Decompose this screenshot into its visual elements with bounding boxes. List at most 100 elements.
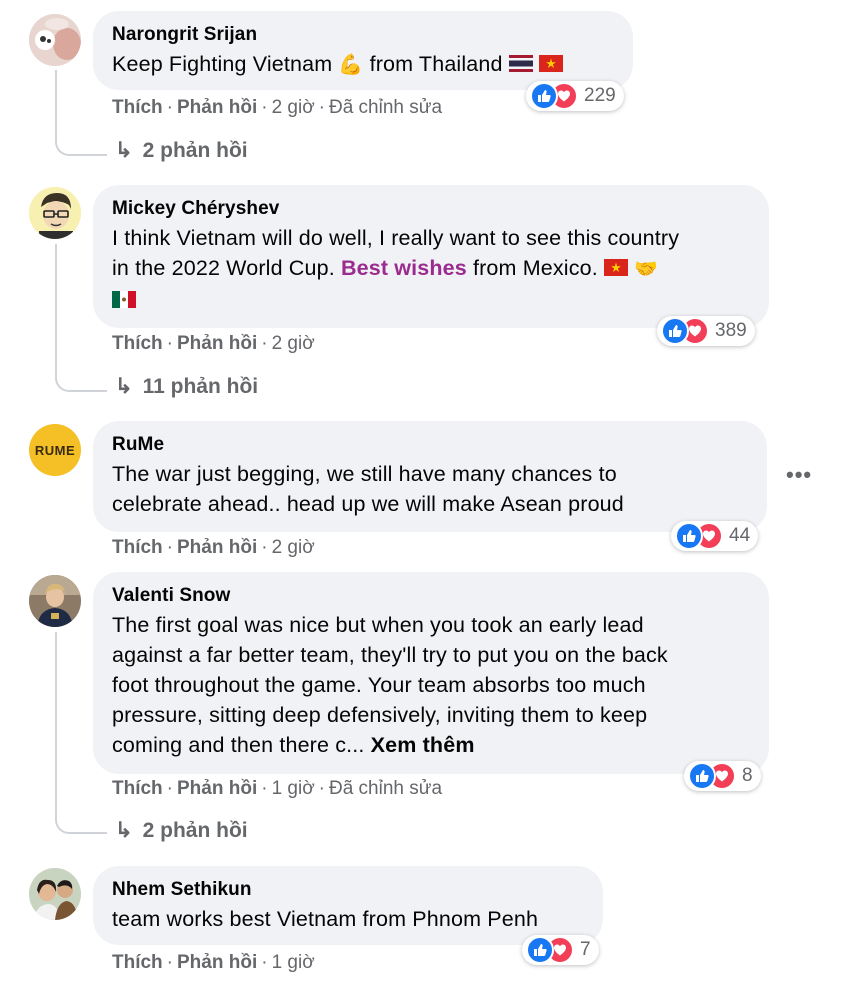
avatar[interactable] bbox=[29, 575, 81, 627]
author-name[interactable]: RuMe bbox=[112, 433, 747, 457]
comment-actions: Thích · Phản hồi · 2 giờ bbox=[112, 332, 315, 356]
separator: · bbox=[261, 952, 268, 973]
like-button[interactable]: Thích bbox=[112, 952, 163, 973]
separator: · bbox=[318, 97, 325, 118]
thread-line bbox=[55, 632, 107, 834]
comment-line: team works best Vietnam from Phnom Penh bbox=[112, 907, 539, 931]
reaction-summary[interactable]: 7 bbox=[522, 935, 599, 965]
reply-button[interactable]: Phản hồi bbox=[177, 537, 257, 558]
flexed-biceps-icon: 💪 bbox=[338, 54, 364, 76]
avatar[interactable] bbox=[29, 187, 81, 239]
reaction-count: 389 bbox=[715, 320, 747, 341]
handshake-icon: 🤝 bbox=[634, 259, 658, 280]
avatar-logo-text: RUME bbox=[34, 442, 76, 458]
timestamp[interactable]: 1 giờ bbox=[272, 778, 315, 799]
highlight-text: Best wishes bbox=[340, 256, 467, 280]
comment-line: The war just begging, we still have many… bbox=[112, 462, 617, 486]
timestamp[interactable]: 2 giờ bbox=[272, 97, 315, 118]
vietnam-flag-icon bbox=[603, 254, 628, 284]
comment-line: celebrate ahead.. head up we will make A… bbox=[112, 492, 624, 516]
like-icon bbox=[530, 82, 558, 110]
timestamp[interactable]: 2 giờ bbox=[272, 333, 315, 354]
comment-text: team works best Vietnam from Phnom Penh bbox=[112, 904, 583, 934]
timestamp[interactable]: 1 giờ bbox=[272, 952, 315, 973]
comment-text-part: from Thailand bbox=[363, 52, 509, 76]
separator: · bbox=[166, 537, 173, 558]
separator: · bbox=[318, 778, 325, 799]
avatar[interactable] bbox=[29, 14, 81, 66]
reaction-summary[interactable]: 229 bbox=[526, 81, 624, 111]
like-button[interactable]: Thích bbox=[112, 333, 163, 354]
reply-button[interactable]: Phản hồi bbox=[177, 333, 257, 354]
reaction-count: 44 bbox=[729, 525, 751, 546]
comment-line: I think Vietnam will do well, I really w… bbox=[112, 226, 680, 250]
view-replies-link[interactable]: ↳ 11 phản hồi bbox=[115, 374, 258, 400]
comment-bubble: Valenti Snow The first goal was nice but… bbox=[93, 572, 769, 774]
comment-bubble: Mickey Chéryshev I think Vietnam will do… bbox=[93, 185, 769, 328]
see-more-link[interactable]: Xem thêm bbox=[371, 733, 475, 757]
replies-label: 2 phản hồi bbox=[142, 139, 248, 162]
thailand-flag-icon bbox=[508, 50, 533, 80]
reply-button[interactable]: Phản hồi bbox=[177, 778, 257, 799]
reaction-summary[interactable]: 389 bbox=[657, 316, 755, 346]
view-replies-link[interactable]: ↳ 2 phản hồi bbox=[115, 818, 248, 844]
comment-text: The first goal was nice but when you too… bbox=[112, 610, 749, 760]
comment-text-part: Keep Fighting Vietnam bbox=[112, 52, 339, 76]
comment-line: pressure, sitting deep defensively, invi… bbox=[112, 703, 648, 727]
reply-button[interactable]: Phản hồi bbox=[177, 952, 257, 973]
comment-text: Keep Fighting Vietnam 💪 from Thailand bbox=[112, 49, 613, 80]
like-button[interactable]: Thích bbox=[112, 537, 163, 558]
like-icon bbox=[688, 762, 716, 790]
comment-bubble: RuMe The war just begging, we still have… bbox=[93, 421, 767, 532]
reaction-count: 229 bbox=[584, 85, 616, 106]
thread-line bbox=[55, 70, 107, 156]
comment-line: coming and then there c... Xem thêm bbox=[112, 730, 749, 760]
replies-label: 2 phản hồi bbox=[142, 819, 248, 842]
reply-arrow-icon: ↳ bbox=[115, 375, 133, 398]
comment-line: The first goal was nice but when you too… bbox=[112, 613, 644, 637]
comment-line: against a far better team, they'll try t… bbox=[112, 643, 668, 667]
avatar[interactable]: RUME bbox=[29, 424, 81, 476]
author-name[interactable]: Mickey Chéryshev bbox=[112, 197, 749, 221]
separator: · bbox=[166, 333, 173, 354]
like-icon bbox=[526, 936, 554, 964]
author-name[interactable]: Nhem Sethikun bbox=[112, 878, 583, 902]
more-options-button[interactable]: ••• bbox=[786, 462, 812, 488]
edited-label: Đã chỉnh sửa bbox=[328, 97, 443, 118]
view-replies-link[interactable]: ↳ 2 phản hồi bbox=[115, 138, 248, 164]
comment-text-part: in the 2022 World Cup. bbox=[112, 256, 341, 280]
comment-text: I think Vietnam will do well, I really w… bbox=[112, 223, 749, 316]
comment-line bbox=[112, 285, 749, 316]
separator: · bbox=[166, 952, 173, 973]
like-icon bbox=[661, 317, 689, 345]
comment-actions: Thích · Phản hồi · 2 giờ · Đã chỉnh sửa bbox=[112, 96, 442, 120]
like-button[interactable]: Thích bbox=[112, 97, 163, 118]
comment-text-part: from Mexico. bbox=[466, 256, 604, 280]
replies-label: 11 phản hồi bbox=[142, 375, 259, 398]
comment-actions: Thích · Phản hồi · 2 giờ bbox=[112, 536, 315, 560]
author-name[interactable]: Narongrit Srijan bbox=[112, 23, 613, 47]
reaction-summary[interactable]: 8 bbox=[684, 761, 761, 791]
reaction-count: 7 bbox=[580, 939, 591, 960]
separator: · bbox=[261, 537, 268, 558]
comment-actions: Thích · Phản hồi · 1 giờ · Đã chỉnh sửa bbox=[112, 777, 442, 801]
thread-line bbox=[55, 244, 107, 392]
reply-arrow-icon: ↳ bbox=[115, 139, 133, 162]
separator: · bbox=[261, 333, 268, 354]
comment-line: in the 2022 World Cup. Best wishes from … bbox=[112, 253, 749, 285]
mexico-flag-icon bbox=[112, 286, 136, 316]
like-icon bbox=[675, 522, 703, 550]
edited-label: Đã chỉnh sửa bbox=[328, 778, 443, 799]
comment-actions: Thích · Phản hồi · 1 giờ bbox=[112, 951, 315, 975]
author-name[interactable]: Valenti Snow bbox=[112, 584, 749, 608]
like-button[interactable]: Thích bbox=[112, 778, 163, 799]
reaction-summary[interactable]: 44 bbox=[671, 521, 759, 551]
comment-text: The war just begging, we still have many… bbox=[112, 459, 747, 519]
timestamp[interactable]: 2 giờ bbox=[272, 537, 315, 558]
avatar[interactable] bbox=[29, 868, 81, 920]
reply-button[interactable]: Phản hồi bbox=[177, 97, 257, 118]
separator: · bbox=[166, 97, 173, 118]
comment-line: foot throughout the game. Your team abso… bbox=[112, 673, 646, 697]
comment-bubble: Narongrit Srijan Keep Fighting Vietnam 💪… bbox=[93, 11, 633, 90]
comment-text-part: coming and then there c... bbox=[112, 733, 371, 757]
